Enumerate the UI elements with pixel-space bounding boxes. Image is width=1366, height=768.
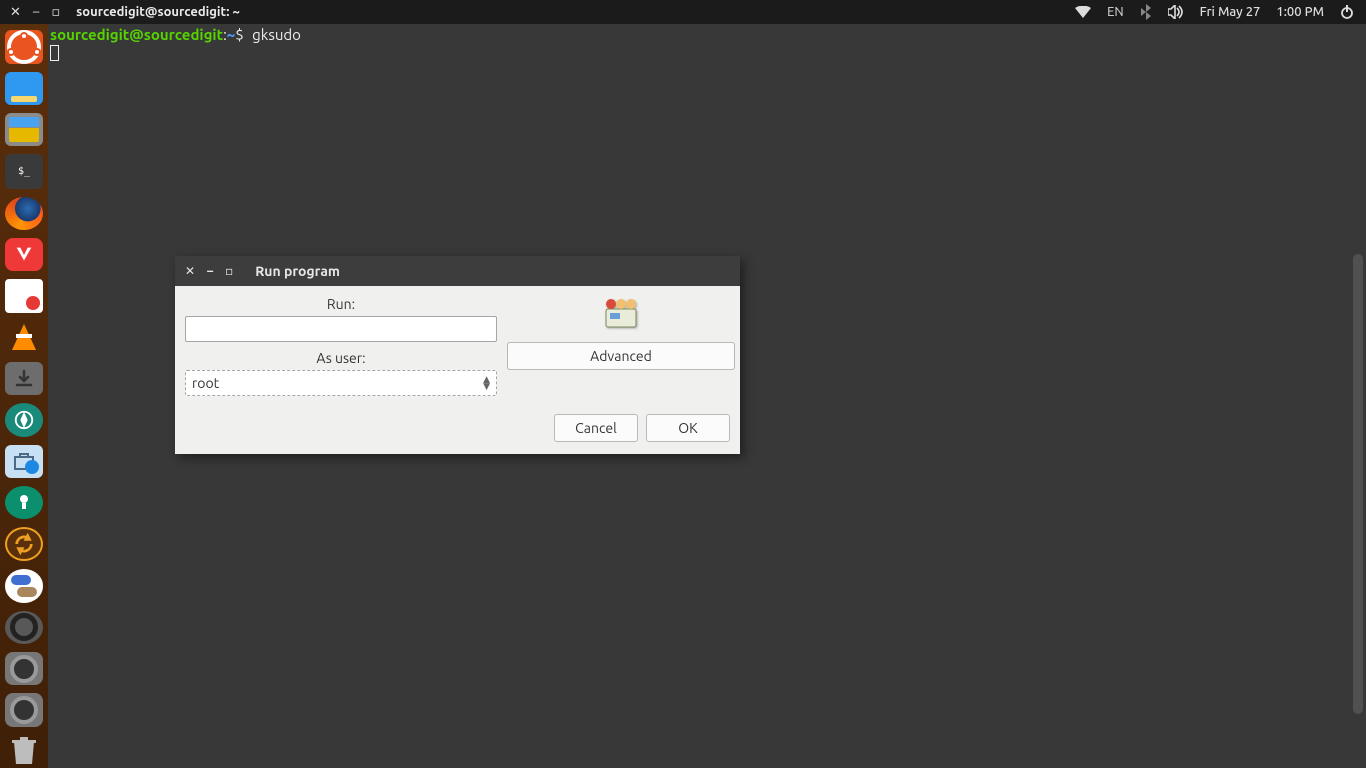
window-title: sourcedigit@sourcedigit: ~ <box>76 5 240 19</box>
scrollbar[interactable] <box>1353 254 1363 714</box>
run-program-dialog: ✕ – ▫ Run program Run: As user: root ▲▼ <box>175 256 740 454</box>
dialog-titlebar[interactable]: ✕ – ▫ Run program <box>175 256 740 286</box>
language-indicator[interactable]: EN <box>1107 5 1124 19</box>
volume-icon[interactable] <box>1168 5 1184 19</box>
launcher: $_ <box>0 24 48 768</box>
dialog-title: Run program <box>255 263 340 279</box>
top-panel: ✕ – ▫ sourcedigit@sourcedigit: ~ EN Fri … <box>0 0 1366 24</box>
power-icon[interactable] <box>1340 5 1354 19</box>
as-user-select[interactable]: root ▲▼ <box>185 370 497 396</box>
disk2-icon[interactable] <box>5 693 43 726</box>
dialog-app-icon <box>599 296 643 332</box>
download-icon[interactable] <box>5 362 43 395</box>
clock-date[interactable]: Fri May 27 <box>1200 5 1261 19</box>
terminal-cursor <box>50 45 59 61</box>
tweaks-icon[interactable] <box>5 569 43 602</box>
terminal-output: sourcedigit@sourcedigit:~$ gksudo <box>48 24 1366 67</box>
dialog-close-icon[interactable]: ✕ <box>185 264 195 278</box>
notes-icon[interactable] <box>5 279 43 312</box>
minimize-icon[interactable]: – <box>33 5 39 19</box>
terminal-icon[interactable]: $_ <box>5 154 43 188</box>
system-tray: EN Fri May 27 1:00 PM <box>1075 4 1366 20</box>
prompt-dollar: $ <box>235 26 243 43</box>
prompt-path: ~ <box>227 26 235 43</box>
clock-time[interactable]: 1:00 PM <box>1276 5 1324 19</box>
sync-icon[interactable] <box>5 527 43 561</box>
software-center-icon[interactable] <box>5 445 43 478</box>
network-icon[interactable] <box>1075 6 1091 18</box>
dialog-maximize-icon[interactable]: ▫ <box>225 264 233 278</box>
files-icon[interactable] <box>5 72 43 105</box>
prompt-user: sourcedigit <box>50 26 129 43</box>
prompt-at: @ <box>129 26 144 43</box>
close-icon[interactable]: ✕ <box>10 5 21 20</box>
vivaldi-icon[interactable] <box>5 238 43 271</box>
dash-icon[interactable] <box>5 30 43 64</box>
terminal-command: gksudo <box>252 26 301 43</box>
window-controls: ✕ – ▫ <box>0 5 60 20</box>
trash-icon[interactable] <box>5 735 43 768</box>
dialog-minimize-icon[interactable]: – <box>207 265 213 278</box>
spinner-icon[interactable]: ▲▼ <box>483 376 490 390</box>
bluetooth-icon[interactable] <box>1140 4 1152 20</box>
advanced-button[interactable]: Advanced <box>507 342 735 370</box>
file-manager-icon[interactable] <box>5 113 43 146</box>
maximize-icon[interactable]: ▫ <box>51 5 60 20</box>
run-label: Run: <box>327 296 355 312</box>
vlc-icon[interactable] <box>5 321 43 354</box>
ok-button[interactable]: OK <box>646 414 730 442</box>
firefox-icon[interactable] <box>5 197 43 230</box>
as-user-value: root <box>192 375 219 391</box>
cancel-button[interactable]: Cancel <box>554 414 638 442</box>
run-input[interactable] <box>185 316 497 342</box>
screenshot-icon[interactable] <box>5 403 43 436</box>
prompt-host: sourcedigit <box>144 26 223 43</box>
system-tool-icon[interactable] <box>5 486 43 519</box>
settings-icon[interactable] <box>5 611 43 644</box>
disk-icon[interactable] <box>5 652 43 685</box>
as-user-label: As user: <box>316 350 365 366</box>
